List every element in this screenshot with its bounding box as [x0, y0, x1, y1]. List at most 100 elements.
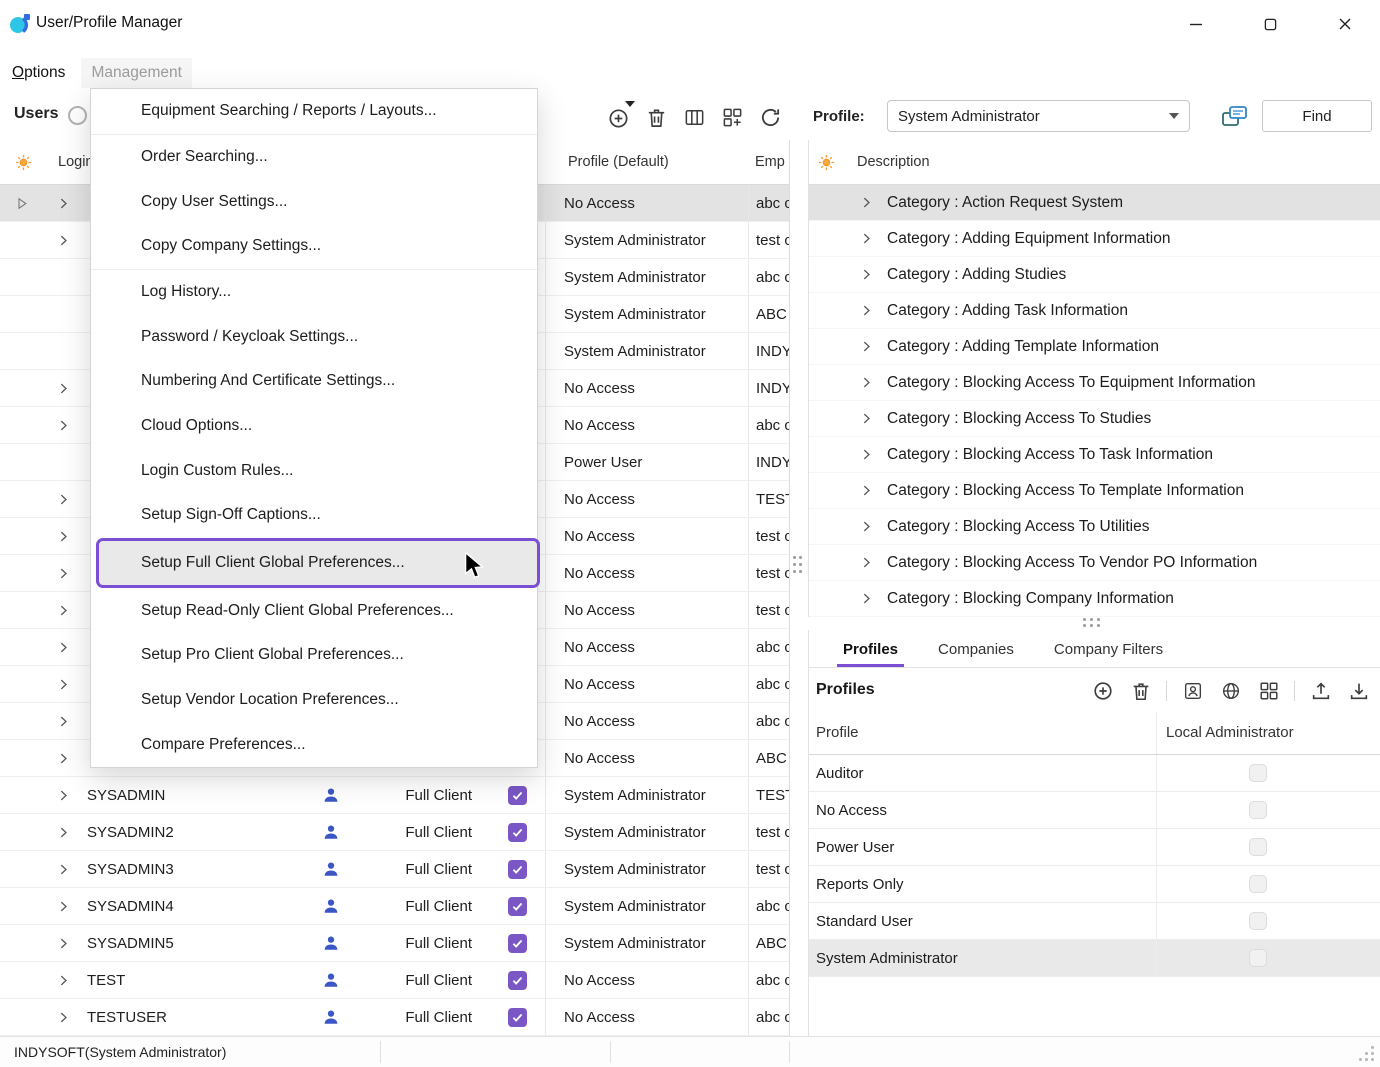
menu-item[interactable]: Setup Pro Client Global Preferences...: [91, 633, 537, 678]
menu-item[interactable]: Numbering And Certificate Settings...: [91, 359, 537, 404]
chevron-right-icon[interactable]: [859, 303, 874, 318]
menu-options[interactable]: Options: [2, 58, 75, 88]
menu-item[interactable]: Setup Read-Only Client Global Preference…: [91, 588, 537, 633]
minimize-button[interactable]: [1174, 8, 1218, 40]
chevron-right-icon[interactable]: [56, 603, 71, 618]
user-row[interactable]: TEST Full Client No Access abc c: [0, 962, 789, 999]
column-header-login[interactable]: Login: [58, 154, 93, 170]
user-row[interactable]: SYSADMIN3 Full Client System Administrat…: [0, 851, 789, 888]
delete-user-button[interactable]: [644, 105, 669, 130]
chevron-right-icon[interactable]: [859, 591, 874, 606]
chevron-right-icon[interactable]: [56, 936, 71, 951]
category-row[interactable]: Category : Action Request System: [809, 185, 1380, 221]
menu-item[interactable]: Equipment Searching / Reports / Layouts.…: [91, 89, 537, 135]
user-row[interactable]: TESTUSER Full Client No Access abc c: [0, 999, 789, 1036]
export-button[interactable]: [1308, 678, 1333, 703]
active-checkbox[interactable]: [508, 934, 527, 953]
chevron-right-icon[interactable]: [56, 381, 71, 396]
column-layout-button[interactable]: [682, 105, 707, 130]
chevron-right-icon[interactable]: [56, 529, 71, 544]
active-checkbox[interactable]: [508, 1008, 527, 1027]
close-button[interactable]: [1323, 8, 1367, 40]
chevron-right-icon[interactable]: [859, 411, 874, 426]
profile-cards-icon[interactable]: [1221, 104, 1248, 129]
menu-item[interactable]: Setup Sign-Off Captions...: [91, 493, 537, 538]
chevron-right-icon[interactable]: [859, 267, 874, 282]
active-checkbox[interactable]: [508, 971, 527, 990]
chevron-right-icon[interactable]: [56, 492, 71, 507]
active-checkbox[interactable]: [508, 786, 527, 805]
user-row[interactable]: SYSADMIN4 Full Client System Administrat…: [0, 888, 789, 925]
menu-management[interactable]: Management: [81, 58, 191, 88]
local-administrator-checkbox[interactable]: [1249, 912, 1267, 930]
category-row[interactable]: Category : Blocking Access To Task Infor…: [809, 437, 1380, 473]
local-administrator-checkbox[interactable]: [1249, 875, 1267, 893]
category-row[interactable]: Category : Blocking Access To Utilities: [809, 509, 1380, 545]
active-checkbox[interactable]: [508, 860, 527, 879]
chevron-right-icon[interactable]: [859, 231, 874, 246]
rename-grid-button[interactable]: [1256, 678, 1281, 703]
local-administrator-checkbox[interactable]: [1249, 838, 1267, 856]
chevron-right-icon[interactable]: [56, 566, 71, 581]
category-row[interactable]: Category : Adding Equipment Information: [809, 221, 1380, 257]
menu-item[interactable]: Setup Full Client Global Preferences...: [96, 538, 540, 589]
sun-icon[interactable]: [14, 153, 33, 172]
column-header-emp[interactable]: Emp: [755, 154, 789, 170]
vertical-splitter-handle[interactable]: [793, 556, 796, 559]
chevron-right-icon[interactable]: [859, 375, 874, 390]
chevron-right-icon[interactable]: [859, 483, 874, 498]
user-row[interactable]: SYSADMIN5 Full Client System Administrat…: [0, 925, 789, 962]
chevron-right-icon[interactable]: [56, 418, 71, 433]
panel-tab[interactable]: Companies: [932, 641, 1020, 667]
profile-badge-button[interactable]: [1180, 678, 1205, 703]
menu-item[interactable]: Order Searching...: [91, 135, 537, 180]
column-header-description[interactable]: Description: [857, 154, 930, 170]
add-user-button[interactable]: [606, 105, 631, 130]
menu-item[interactable]: Log History...: [91, 270, 537, 315]
chevron-right-icon[interactable]: [56, 973, 71, 988]
chevron-right-icon[interactable]: [56, 233, 71, 248]
category-row[interactable]: Category : Adding Template Information: [809, 329, 1380, 365]
maximize-button[interactable]: [1248, 8, 1292, 40]
category-row[interactable]: Category : Blocking Access To Template I…: [809, 473, 1380, 509]
category-row[interactable]: Category : Blocking Company Information: [809, 581, 1380, 617]
menu-item[interactable]: Setup Vendor Location Preferences...: [91, 678, 537, 723]
search-icon[interactable]: [68, 106, 87, 125]
chevron-right-icon[interactable]: [56, 640, 71, 655]
chevron-right-icon[interactable]: [859, 555, 874, 570]
refresh-button[interactable]: [758, 105, 783, 130]
menu-item[interactable]: Cloud Options...: [91, 404, 537, 449]
sun-icon[interactable]: [817, 153, 836, 172]
profile-row[interactable]: Standard User: [809, 903, 1380, 940]
profile-row[interactable]: No Access: [809, 792, 1380, 829]
chevron-right-icon[interactable]: [56, 1010, 71, 1025]
panel-tab[interactable]: Company Filters: [1048, 641, 1169, 667]
profile-row[interactable]: Reports Only: [809, 866, 1380, 903]
column-header-local-administrator[interactable]: Local Administrator: [1166, 724, 1294, 741]
category-row[interactable]: Category : Blocking Access To Equipment …: [809, 365, 1380, 401]
chevron-right-icon[interactable]: [56, 788, 71, 803]
import-button[interactable]: [1346, 678, 1371, 703]
resize-grip[interactable]: [1371, 1046, 1374, 1049]
chevron-right-icon[interactable]: [859, 339, 874, 354]
menu-item[interactable]: Compare Preferences...: [91, 722, 537, 767]
chevron-right-icon[interactable]: [56, 899, 71, 914]
profile-row[interactable]: System Administrator: [809, 940, 1380, 977]
chevron-right-icon[interactable]: [56, 825, 71, 840]
menu-item[interactable]: Login Custom Rules...: [91, 448, 537, 493]
globe-button[interactable]: [1218, 678, 1243, 703]
menu-item[interactable]: Copy Company Settings...: [91, 224, 537, 270]
user-row[interactable]: SYSADMIN Full Client System Administrato…: [0, 777, 789, 814]
active-checkbox[interactable]: [508, 897, 527, 916]
expand-triangle-icon[interactable]: [14, 196, 29, 211]
chevron-right-icon[interactable]: [859, 447, 874, 462]
active-checkbox[interactable]: [508, 823, 527, 842]
category-row[interactable]: Category : Adding Studies: [809, 257, 1380, 293]
grid-edit-button[interactable]: [720, 105, 745, 130]
chevron-right-icon[interactable]: [56, 714, 71, 729]
delete-profile-button[interactable]: [1128, 678, 1153, 703]
panel-tab[interactable]: Profiles: [837, 641, 904, 667]
add-profile-button[interactable]: [1090, 678, 1115, 703]
add-dropdown-caret-icon[interactable]: [625, 101, 635, 107]
profile-row[interactable]: Auditor: [809, 755, 1380, 792]
